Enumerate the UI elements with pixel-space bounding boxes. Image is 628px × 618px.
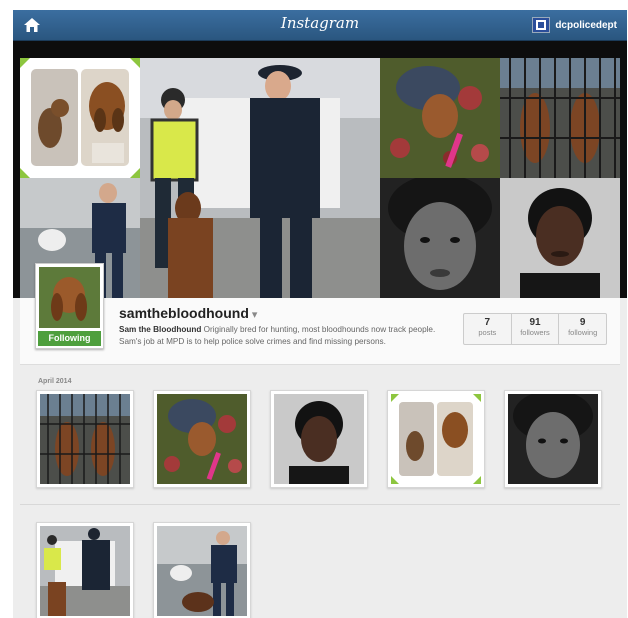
stat-value: 9 (579, 317, 586, 328)
bio-name: Sam the Bloodhound (119, 325, 202, 334)
stat-followers[interactable]: 91 followers (512, 314, 560, 344)
profile-page: Following samthebloodhound ▾ Sam the Bloo… (13, 263, 627, 618)
post-thumbnail[interactable] (36, 522, 134, 618)
stat-value: 7 (484, 317, 491, 328)
mosaic-photo-dog-collage[interactable] (20, 58, 140, 178)
stat-posts[interactable]: 7 posts (464, 314, 512, 344)
post-thumbnail[interactable] (270, 390, 368, 488)
account-avatar-icon (532, 17, 551, 33)
post-photo (274, 394, 364, 484)
post-thumbnail[interactable] (153, 522, 251, 618)
stat-label: followers (520, 328, 550, 337)
post-thumbnail[interactable] (153, 390, 251, 488)
top-nav-bar: Instagram dcpolicedept (13, 10, 627, 41)
row-divider (20, 504, 620, 505)
account-username: dcpolicedept (555, 19, 617, 31)
avatar-photo (39, 267, 100, 328)
mosaic-photo-dog-in-leaves[interactable] (380, 58, 500, 178)
mosaic-photo-child-portrait[interactable] (380, 178, 500, 298)
post-thumbnail[interactable] (504, 390, 602, 488)
profile-info-bar: Following samthebloodhound ▾ Sam the Bloo… (20, 263, 620, 365)
chevron-down-icon[interactable]: ▾ (252, 309, 258, 321)
stat-label: following (568, 328, 598, 337)
mosaic-photo-woman-portrait[interactable] (500, 178, 620, 298)
stat-value: 91 (529, 317, 541, 328)
mosaic-photo-dogs-in-kennel[interactable] (500, 58, 620, 178)
profile-header-mosaic (20, 58, 620, 298)
stat-following[interactable]: 9 following (559, 314, 606, 344)
profile-bio: Sam the Bloodhound Originally bred for h… (119, 324, 459, 348)
profile-username[interactable]: samthebloodhound ▾ (119, 305, 257, 321)
stat-label: posts (478, 328, 497, 337)
post-thumbnail[interactable] (387, 390, 485, 488)
mosaic-photo-officers-with-dog[interactable] (140, 58, 380, 298)
post-photo (157, 394, 247, 484)
browser-frame: Instagram dcpolicedept Following samtheb… (13, 10, 627, 618)
post-thumbnail[interactable] (36, 390, 134, 488)
post-photo (40, 526, 130, 616)
following-button[interactable]: Following (38, 331, 101, 346)
post-photo (391, 394, 481, 484)
post-photo (508, 394, 598, 484)
account-menu[interactable]: dcpolicedept (532, 17, 617, 33)
profile-avatar[interactable]: Following (35, 263, 104, 349)
post-photo (40, 394, 130, 484)
profile-username-text: samthebloodhound (119, 305, 249, 321)
month-label: April 2014 (38, 378, 72, 385)
post-photo (157, 526, 247, 616)
profile-stats: 7 posts 91 followers 9 following (463, 313, 607, 345)
